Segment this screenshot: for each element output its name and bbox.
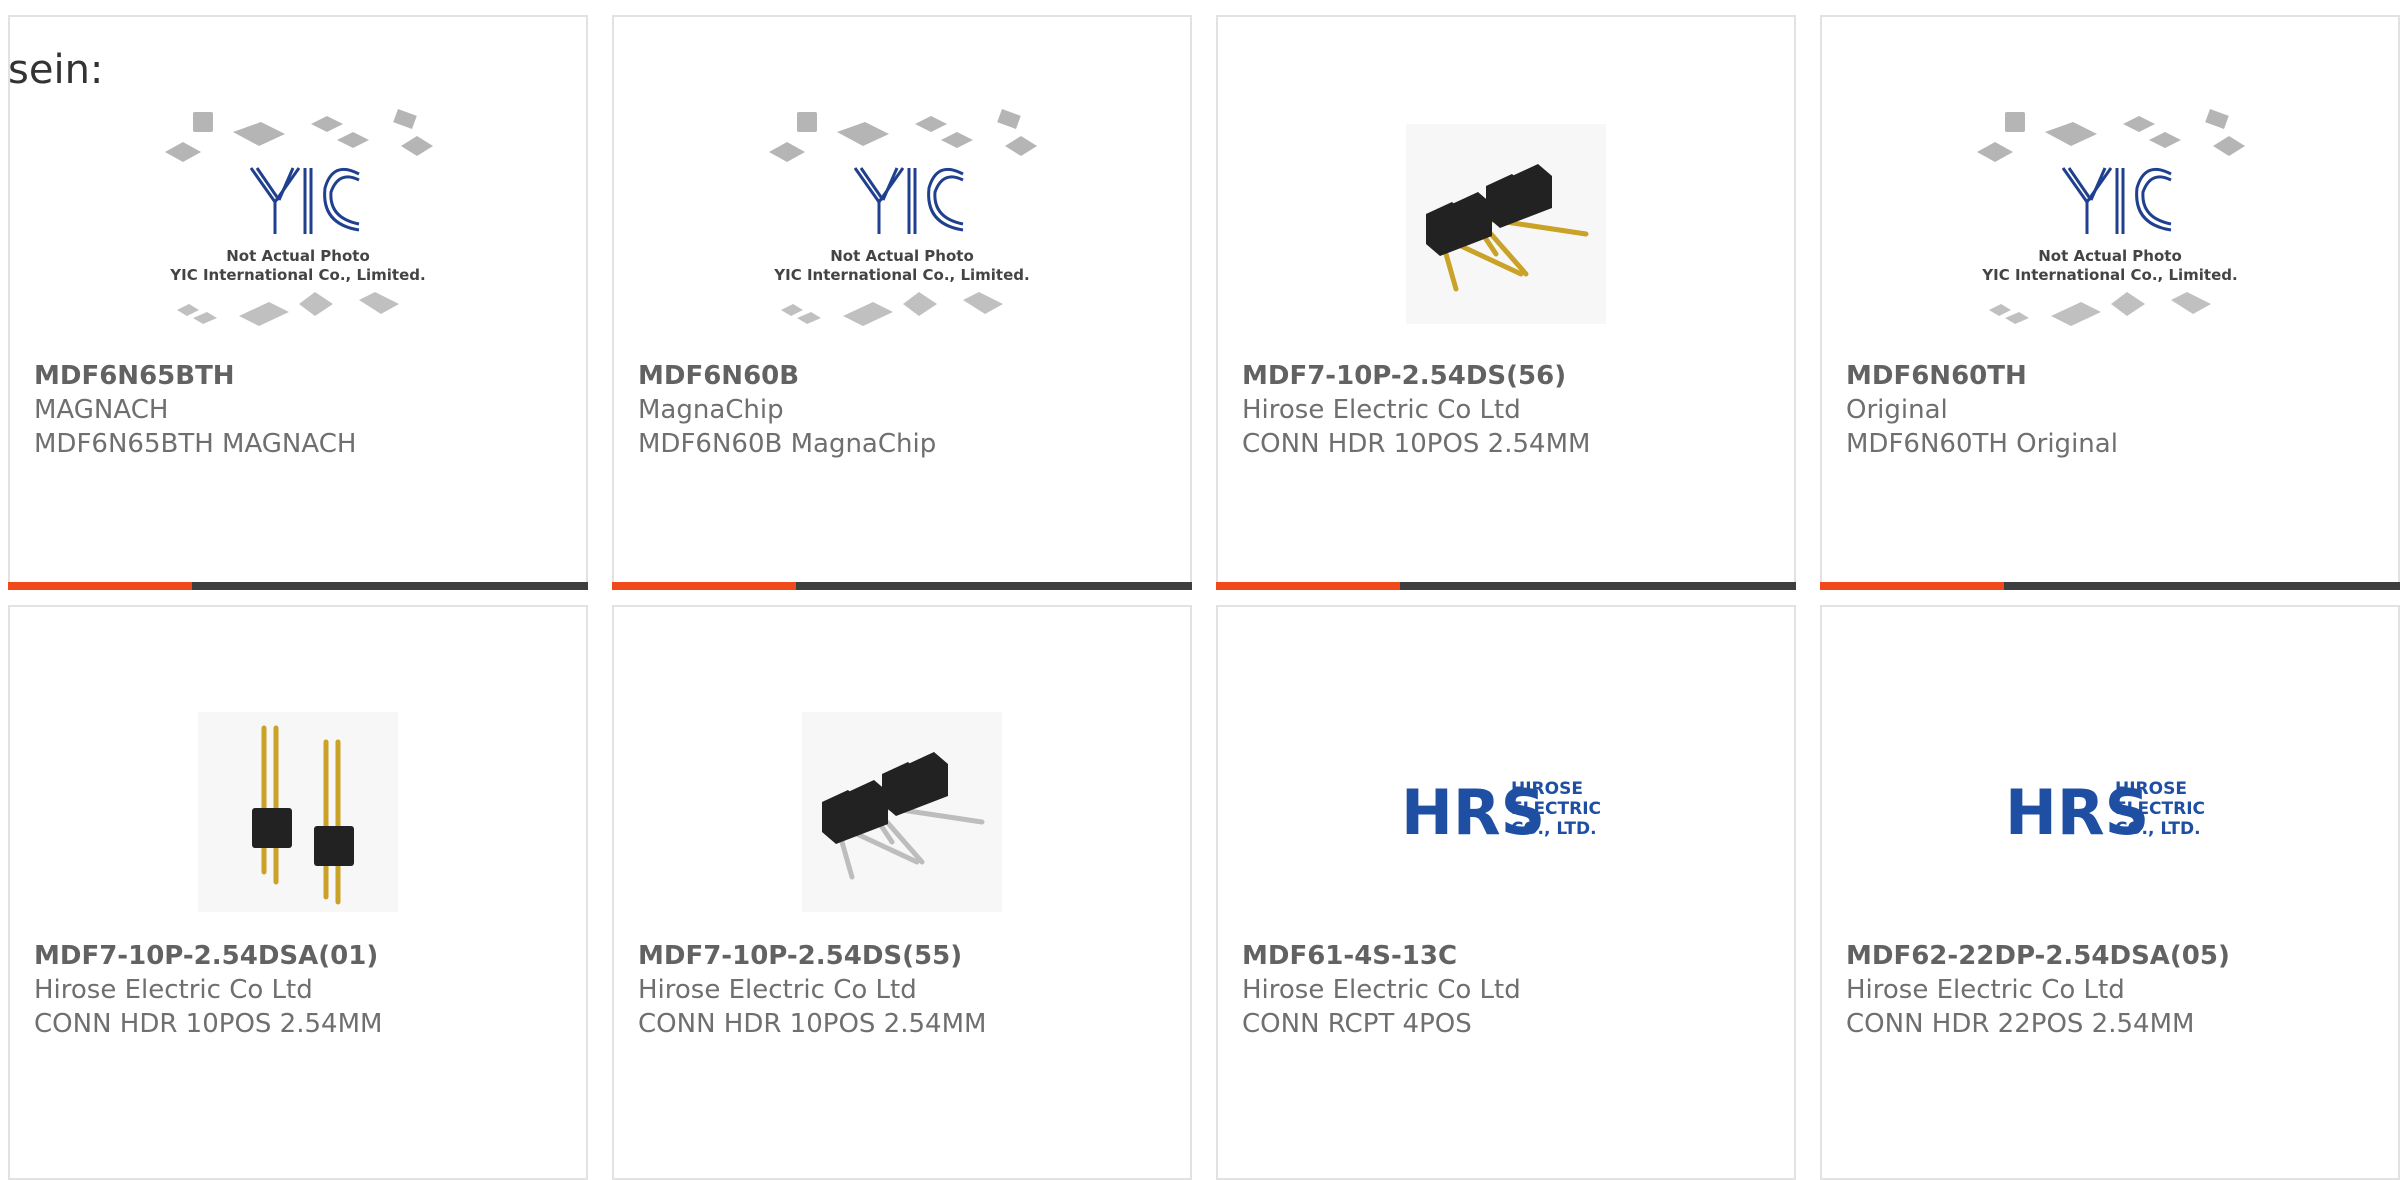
product-card[interactable]: MDF7-10P-2.54DS(56) Hirose Electric Co L… xyxy=(1216,15,1796,590)
product-card[interactable]: Not Actual Photo YIC International Co., … xyxy=(1820,15,2400,590)
manufacturer: Hirose Electric Co Ltd xyxy=(638,975,917,1005)
product-image[interactable]: Not Actual Photo YIC International Co., … xyxy=(614,79,1190,369)
description: CONN HDR 10POS 2.54MM xyxy=(638,1009,987,1039)
svg-text:ELECTRIC: ELECTRIC xyxy=(2115,799,2205,819)
manufacturer: Original xyxy=(1846,395,1948,425)
product-card[interactable]: Not Actual Photo YIC International Co., … xyxy=(8,15,588,590)
manufacturer: Hirose Electric Co Ltd xyxy=(34,975,313,1005)
card-bar-accent xyxy=(1216,582,1400,590)
card-bar-accent xyxy=(612,582,796,590)
svg-text:CO., LTD.: CO., LTD. xyxy=(2115,819,2201,839)
part-number[interactable]: MDF7-10P-2.54DSA(01) xyxy=(34,939,574,973)
svg-text:ELECTRIC: ELECTRIC xyxy=(1511,799,1601,819)
product-image[interactable]: HRS HIROSE ELECTRIC CO., LTD. xyxy=(1218,677,1794,947)
product-info: MDF61-4S-13C Hirose Electric Co Ltd CONN… xyxy=(1242,939,1782,1041)
product-info: MDF6N65BTH MAGNACH MDF6N65BTH MAGNACH xyxy=(34,359,574,461)
description: CONN HDR 22POS 2.54MM xyxy=(1846,1009,2195,1039)
description: CONN RCPT 4POS xyxy=(1242,1009,1472,1039)
description: MDF6N60B MagnaChip xyxy=(638,429,937,459)
part-number[interactable]: MDF6N65BTH xyxy=(34,359,574,393)
product-image[interactable]: Not Actual Photo YIC International Co., … xyxy=(10,79,586,369)
description: MDF6N65BTH MAGNACH xyxy=(34,429,357,459)
product-info: MDF7-10P-2.54DSA(01) Hirose Electric Co … xyxy=(34,939,574,1041)
svg-text:YIC International Co., Limited: YIC International Co., Limited. xyxy=(169,266,425,284)
svg-text:HIROSE: HIROSE xyxy=(1511,779,1583,799)
product-image[interactable]: Not Actual Photo YIC International Co., … xyxy=(1822,79,2398,369)
intro-text: sein: xyxy=(8,47,104,93)
part-number[interactable]: MDF7-10P-2.54DS(56) xyxy=(1242,359,1782,393)
card-bar-accent xyxy=(1820,582,2004,590)
manufacturer: Hirose Electric Co Ltd xyxy=(1242,975,1521,1005)
manufacturer: Hirose Electric Co Ltd xyxy=(1846,975,2125,1005)
product-image[interactable] xyxy=(10,677,586,947)
part-number[interactable]: MDF62-22DP-2.54DSA(05) xyxy=(1846,939,2386,973)
product-info: MDF7-10P-2.54DS(55) Hirose Electric Co L… xyxy=(638,939,1178,1041)
product-info: MDF7-10P-2.54DS(56) Hirose Electric Co L… xyxy=(1242,359,1782,461)
description: CONN HDR 10POS 2.54MM xyxy=(34,1009,383,1039)
svg-text:Not Actual Photo: Not Actual Photo xyxy=(2038,247,2182,265)
product-card[interactable]: MDF7-10P-2.54DSA(01) Hirose Electric Co … xyxy=(8,605,588,1180)
manufacturer: Hirose Electric Co Ltd xyxy=(1242,395,1521,425)
card-bar-accent xyxy=(8,582,192,590)
product-image[interactable]: HRS HIROSE ELECTRIC CO., LTD. xyxy=(1822,677,2398,947)
card-bar xyxy=(1820,582,2400,590)
svg-text:CO., LTD.: CO., LTD. xyxy=(1511,819,1597,839)
description: MDF6N60TH Original xyxy=(1846,429,2118,459)
product-card[interactable]: HRS HIROSE ELECTRIC CO., LTD. MDF61-4S-1… xyxy=(1216,605,1796,1180)
part-number[interactable]: MDF61-4S-13C xyxy=(1242,939,1782,973)
svg-text:HIROSE: HIROSE xyxy=(2115,779,2187,799)
part-number[interactable]: MDF7-10P-2.54DS(55) xyxy=(638,939,1178,973)
product-card[interactable]: Not Actual Photo YIC International Co., … xyxy=(612,15,1192,590)
manufacturer: MAGNACH xyxy=(34,395,169,425)
card-bar xyxy=(1216,582,1796,590)
product-info: MDF6N60B MagnaChip MDF6N60B MagnaChip xyxy=(638,359,1178,461)
manufacturer: MagnaChip xyxy=(638,395,784,425)
product-card[interactable]: HRS HIROSE ELECTRIC CO., LTD. MDF62-22DP… xyxy=(1820,605,2400,1180)
product-grid: Not Actual Photo YIC International Co., … xyxy=(8,15,2400,1180)
card-bar xyxy=(8,582,588,590)
card-bar xyxy=(612,582,1192,590)
svg-text:Not Actual Photo: Not Actual Photo xyxy=(226,247,370,265)
product-image[interactable] xyxy=(614,677,1190,947)
product-card[interactable]: MDF7-10P-2.54DS(55) Hirose Electric Co L… xyxy=(612,605,1192,1180)
svg-text:Not Actual Photo: Not Actual Photo xyxy=(830,247,974,265)
product-info: MDF6N60TH Original MDF6N60TH Original xyxy=(1846,359,2386,461)
part-number[interactable]: MDF6N60TH xyxy=(1846,359,2386,393)
svg-text:YIC International Co., Limited: YIC International Co., Limited. xyxy=(1981,266,2237,284)
product-image[interactable] xyxy=(1218,79,1794,369)
description: CONN HDR 10POS 2.54MM xyxy=(1242,429,1591,459)
svg-text:YIC International Co., Limited: YIC International Co., Limited. xyxy=(773,266,1029,284)
part-number[interactable]: MDF6N60B xyxy=(638,359,1178,393)
product-info: MDF62-22DP-2.54DSA(05) Hirose Electric C… xyxy=(1846,939,2386,1041)
